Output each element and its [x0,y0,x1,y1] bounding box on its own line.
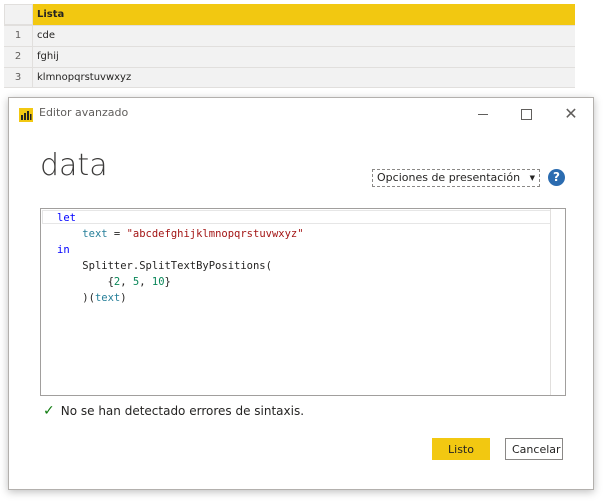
help-icon[interactable]: ? [548,169,565,186]
code-editor[interactable]: let text = "abcdefghijklmnopqrstuvwxyz" … [40,208,566,396]
maximize-button[interactable] [512,102,540,126]
syntax-status-text: No se han detectado errores de sintaxis. [60,404,305,418]
code-token: 2 [113,276,121,288]
cancel-button[interactable]: Cancelar [505,438,563,460]
column-header-lista[interactable]: Lista [33,4,575,25]
close-button[interactable]: ✕ [557,102,585,126]
close-icon: ✕ [564,104,578,123]
code-token: ) [120,292,127,304]
caret-down-icon: ▼ [529,174,535,182]
display-options-label: Opciones de presentación [377,171,521,184]
code-token: = [107,228,127,240]
minimize-button[interactable] [469,102,497,126]
row-number: 1 [4,26,33,46]
check-icon: ✓ [43,403,55,419]
dialog-titlebar[interactable]: Editor avanzado ✕ [9,98,593,130]
query-results-table: Lista 1 cde 2 fghij 3 klmnopqrstuvwxyz [4,4,575,88]
minimize-icon [478,113,488,115]
display-options-dropdown[interactable]: Opciones de presentación ▼ [372,169,540,187]
table-corner[interactable] [4,4,33,25]
table-cell[interactable]: cde [33,26,575,46]
done-button[interactable]: Listo [432,438,490,460]
table-row[interactable]: 2 fghij [4,46,575,67]
code-token: text [82,228,108,240]
row-number: 3 [4,68,33,87]
code-token: 10 [151,276,165,288]
advanced-editor-dialog: Editor avanzado ✕ data Opciones de prese… [8,97,594,490]
table-row[interactable]: 3 klmnopqrstuvwxyz [4,67,575,88]
editor-scrollbar[interactable] [550,209,565,395]
code-token: in [57,244,70,256]
code-token: )( [82,292,95,304]
table-cell[interactable]: fghij [33,47,575,67]
table-row[interactable]: 1 cde [4,25,575,46]
code-token: text [94,292,121,304]
code-token: 5 [132,276,140,288]
code-token: let [57,212,76,224]
maximize-icon [520,108,532,120]
code-token: Splitter.SplitTextByPositions( [82,260,272,272]
query-name-heading: data [40,148,108,183]
dialog-title: Editor avanzado [39,106,129,119]
code-token: } [164,276,171,288]
row-number: 2 [4,47,33,67]
powerbi-logo-icon [19,108,33,122]
table-cell[interactable]: klmnopqrstuvwxyz [33,68,575,87]
table-header: Lista [4,4,575,25]
code-text: let text = "abcdefghijklmnopqrstuvwxyz" … [57,212,304,304]
code-token: "abcdefghijklmnopqrstuvwxyz" [126,228,304,240]
syntax-status: ✓ No se han detectado errores de sintaxis… [43,403,304,419]
